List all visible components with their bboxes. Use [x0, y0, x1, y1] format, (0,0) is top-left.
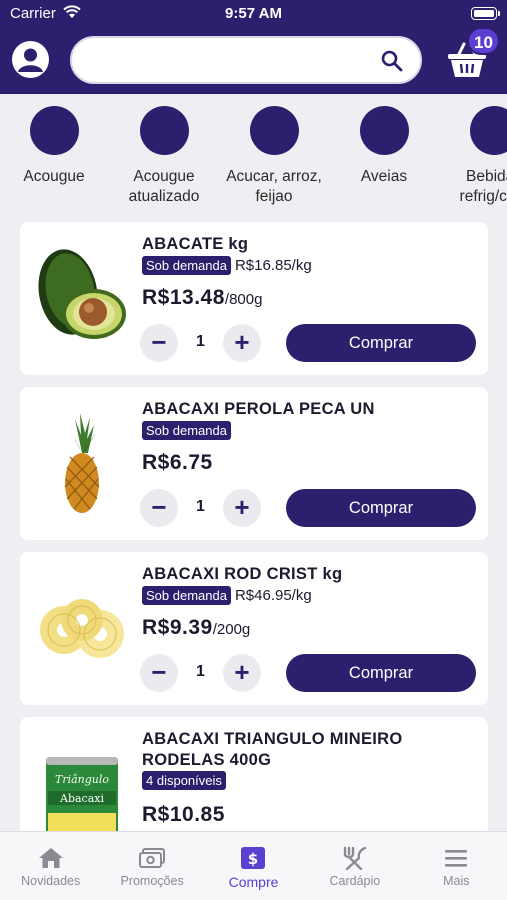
quantity-value: 1: [196, 663, 205, 680]
battery-icon: [471, 7, 500, 20]
price-value: R$10.85: [142, 803, 225, 826]
increase-quantity-button[interactable]: +: [223, 654, 261, 692]
product-name: ABACAXI TRIANGULO MINEIRO RODELAS 400G: [142, 730, 403, 769]
quantity-stepper[interactable]: − 1 +: [140, 324, 264, 362]
cart-count-badge: 10: [467, 27, 500, 55]
category-image: [249, 106, 299, 155]
search-icon[interactable]: [380, 49, 404, 73]
category-label: Bebidas refrig/cerv: [459, 168, 507, 205]
quantity-stepper[interactable]: − 1 +: [140, 489, 264, 527]
pineapple-image: [64, 413, 100, 513]
tab-label: Promoções: [120, 874, 184, 888]
quantity-stepper[interactable]: − 1 +: [140, 654, 264, 692]
decrease-quantity-button[interactable]: −: [140, 489, 178, 527]
home-icon: [38, 848, 63, 868]
tab-promocoes[interactable]: Promoções: [101, 832, 202, 900]
tab-cardapio[interactable]: Cardápio: [304, 832, 405, 900]
product-name: ABACAXI PEROLA PECA UN: [142, 400, 375, 418]
can-product-text: Abacaxi: [59, 792, 104, 805]
tab-label: Cardápio: [329, 874, 381, 888]
decrease-quantity-button[interactable]: −: [140, 324, 178, 362]
availability-badge: Sob demanda: [142, 586, 231, 605]
buy-button[interactable]: Comprar: [286, 324, 476, 362]
dollar-tag-icon: $: [241, 847, 266, 869]
price-value: R$13.48: [142, 286, 225, 309]
category-item[interactable]: Acougue: [0, 106, 114, 187]
price-unit: /200g: [212, 621, 251, 638]
category-label: Acougue: [23, 168, 85, 185]
price-unit: /800g: [224, 291, 263, 308]
tab-novidades[interactable]: Novidades: [0, 832, 101, 900]
tab-compre[interactable]: $ Compre: [203, 832, 304, 900]
avocado-image: [38, 249, 126, 339]
availability-badge: 4 disponíveis: [142, 771, 226, 790]
product-name: ABACATE kg: [142, 235, 249, 253]
decrease-quantity-button[interactable]: −: [140, 654, 178, 692]
category-image: [139, 106, 189, 155]
increase-quantity-button[interactable]: +: [223, 324, 261, 362]
price-value: R$6.75: [142, 451, 213, 474]
tab-mais[interactable]: Mais: [406, 832, 507, 900]
product-card[interactable]: ABACAXI ROD CRIST kg Sob demanda R$46.95/…: [20, 552, 488, 705]
buy-button[interactable]: Comprar: [286, 654, 476, 692]
availability-badge: Sob demanda: [142, 421, 231, 440]
category-label: Acougue atualizado: [128, 168, 200, 205]
product-card[interactable]: ABACATE kg Sob demanda R$16.85/kg R$13.48…: [20, 222, 488, 375]
profile-avatar-icon[interactable]: [12, 41, 49, 78]
tab-label: Novidades: [21, 874, 81, 888]
product-price: R$6.75: [142, 451, 213, 475]
availability-badge: Sob demanda: [142, 256, 231, 275]
search-input[interactable]: [70, 36, 422, 84]
category-carousel[interactable]: Acougue Acougue atualizado Acucar, arroz…: [0, 94, 507, 218]
svg-text:$: $: [248, 850, 258, 868]
quantity-value: 1: [196, 498, 205, 515]
money-icon: [139, 848, 166, 868]
price-value: R$9.39: [142, 616, 213, 639]
can-brand-text: Triângulo: [55, 773, 109, 786]
status-time: 9:57 AM: [225, 5, 282, 22]
category-image: [29, 106, 79, 155]
product-price: R$13.48/800g: [142, 286, 262, 310]
category-image: [359, 106, 409, 155]
buy-button[interactable]: Comprar: [286, 489, 476, 527]
app-header: Carrier 9:57 AM 10: [0, 0, 507, 94]
category-item[interactable]: Bebidas refrig/cerv: [434, 106, 507, 207]
unit-price: R$16.85/kg: [234, 257, 312, 274]
unit-price: R$46.95/kg: [234, 587, 312, 604]
candied-pineapple-image: [40, 599, 124, 658]
category-label: Aveias: [360, 168, 408, 185]
category-label: Acucar, arroz, feijao: [226, 168, 322, 205]
menu-icon: [445, 850, 468, 867]
category-item[interactable]: Aveias: [324, 106, 444, 187]
category-item[interactable]: Acougue atualizado: [104, 106, 224, 207]
product-name: ABACAXI ROD CRIST kg: [142, 565, 343, 583]
quantity-value: 1: [196, 333, 205, 350]
increase-quantity-button[interactable]: +: [223, 489, 261, 527]
tab-label: Compre: [228, 874, 279, 890]
tab-label: Mais: [443, 874, 470, 888]
product-price: R$10.85: [142, 803, 225, 827]
category-image: [469, 106, 507, 155]
status-bar: Carrier 9:57 AM: [0, 0, 507, 28]
utensils-icon: [343, 846, 367, 870]
category-item[interactable]: Acucar, arroz, feijao: [214, 106, 334, 207]
bottom-tab-bar: Novidades Promoções $ Compre Cardápio Ma…: [0, 831, 507, 900]
product-price: R$9.39/200g: [142, 616, 250, 640]
product-card[interactable]: ABACAXI PEROLA PECA UN Sob demanda R$6.7…: [20, 387, 488, 540]
